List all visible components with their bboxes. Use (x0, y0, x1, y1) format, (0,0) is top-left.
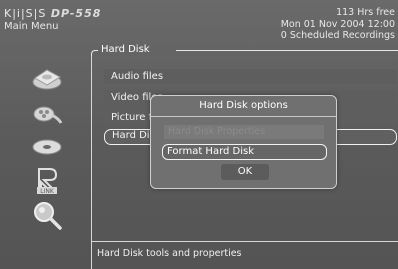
hard-disk-options-dialog: Hard Disk options Hard Disk Properties F… (150, 95, 337, 189)
frame-left-line (91, 56, 92, 269)
free-space: 113 Hrs free (336, 7, 395, 18)
scheduled-recordings: 0 Scheduled Recordings (280, 30, 395, 41)
film-reel-icon[interactable] (28, 99, 66, 129)
disc-icon[interactable] (28, 132, 66, 162)
ok-button[interactable]: OK (221, 164, 269, 180)
menu-item-audio-files[interactable]: Audio files (104, 69, 397, 84)
screen: K|i|S|S DP-558 Main Menu 113 Hrs free Mo… (0, 0, 398, 269)
status-panel: 113 Hrs free Mon 01 Nov 2004 12:00 0 Sch… (281, 7, 395, 42)
frame-top-line (176, 50, 398, 51)
hard-disk-icon[interactable] (28, 64, 66, 94)
logo-text: K|i|S|S (4, 7, 47, 20)
logo-model: DP-558 (50, 7, 102, 20)
brand-logo: K|i|S|S DP-558 (4, 7, 101, 20)
magnifier-icon[interactable] (28, 200, 66, 230)
hard-disk-properties-option: Hard Disk Properties (164, 125, 324, 139)
kiss-link-icon[interactable]: LINK (28, 166, 66, 196)
help-text: Hard Disk tools and properties (97, 248, 242, 259)
svg-text:LINK: LINK (40, 188, 55, 195)
page-title: Main Menu (4, 21, 59, 32)
date-time: Mon 01 Nov 2004 12:00 (280, 18, 395, 30)
section-title: Hard Disk (101, 44, 150, 55)
footer-divider (91, 241, 398, 242)
format-hard-disk-option[interactable]: Format Hard Disk (162, 144, 327, 160)
dialog-title: Hard Disk options (151, 96, 336, 117)
